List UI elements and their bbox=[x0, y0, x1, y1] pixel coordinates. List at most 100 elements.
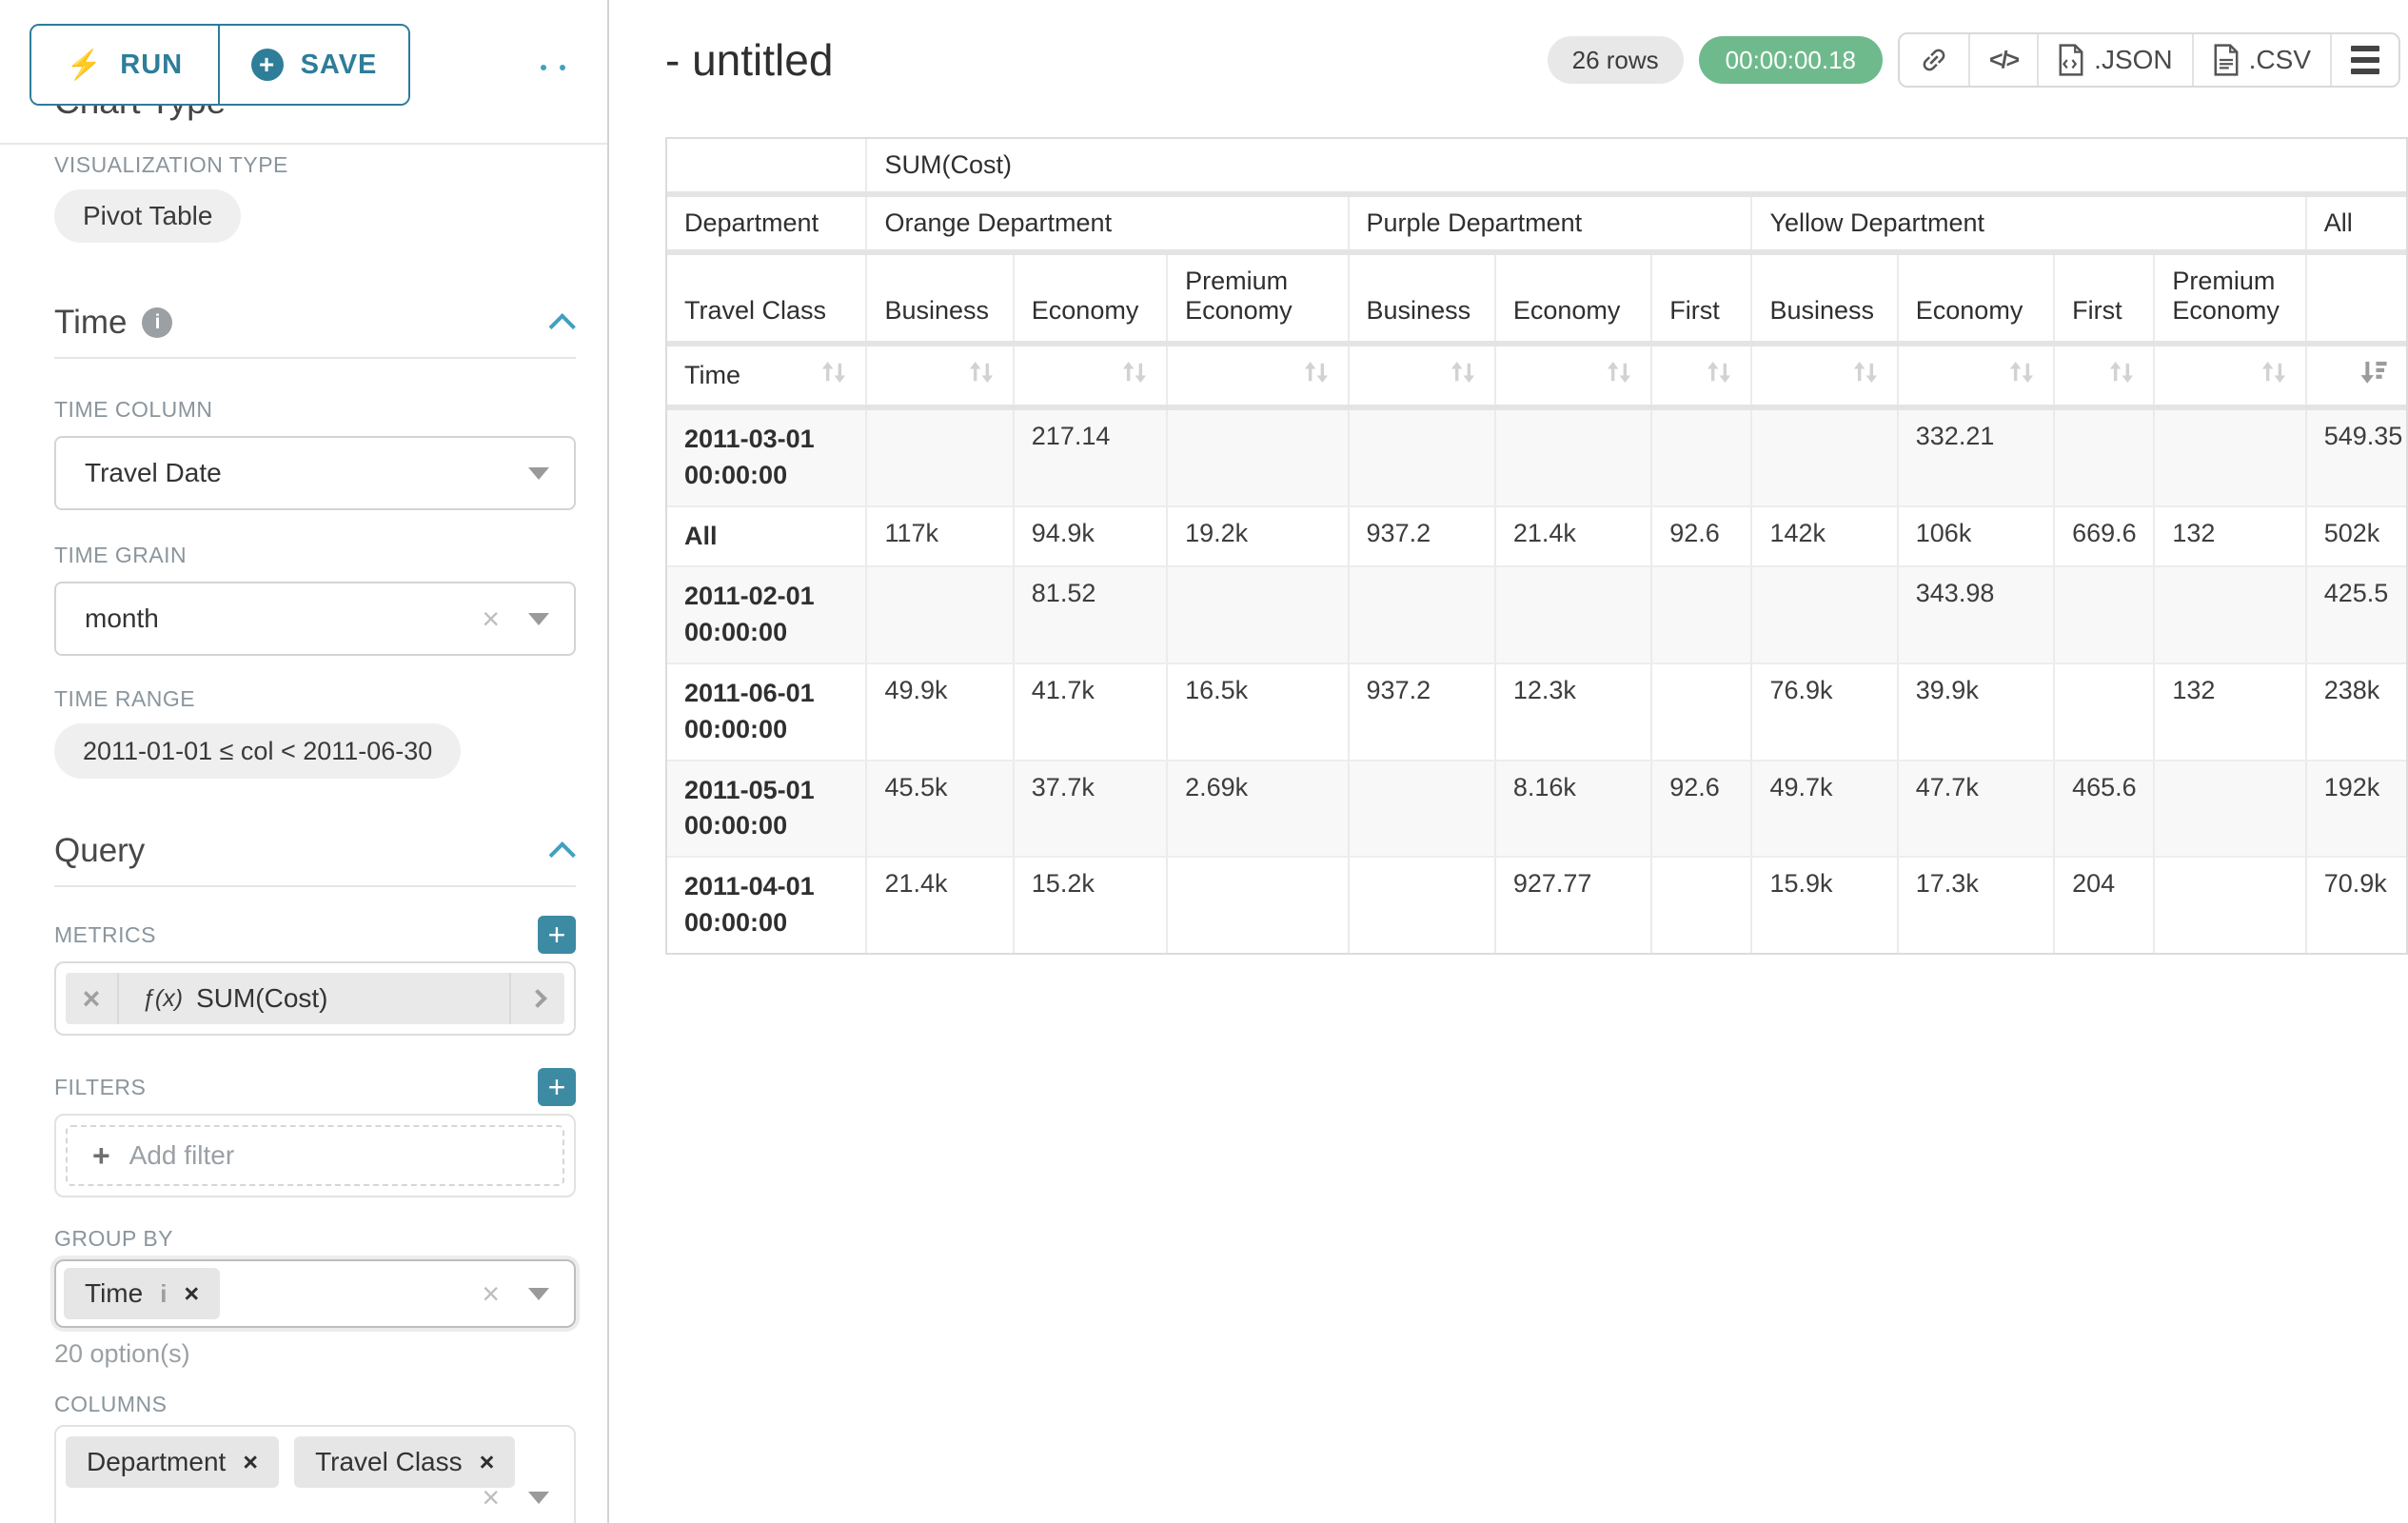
remove-tag-icon[interactable]: × bbox=[184, 1279, 199, 1309]
pivot-value-cell: 47.7k bbox=[1898, 761, 2054, 858]
pivot-value-cell: 39.9k bbox=[1898, 663, 2054, 761]
panel-drag-handle[interactable] bbox=[541, 65, 565, 70]
pivot-value-cell bbox=[1349, 407, 1495, 506]
sort-toggle-icon[interactable] bbox=[1120, 359, 1149, 392]
caret-down-icon[interactable] bbox=[528, 1492, 549, 1504]
remove-tag-icon[interactable]: × bbox=[480, 1448, 495, 1477]
lightning-bolt-icon: ⚡ bbox=[67, 49, 103, 82]
clear-icon[interactable]: × bbox=[482, 603, 500, 634]
time-range-value: 2011-01-01 ≤ col < 2011-06-30 bbox=[83, 737, 432, 766]
query-section-header[interactable]: Query bbox=[54, 832, 576, 870]
row-label: 2011-06-01 00:00:00 bbox=[667, 663, 866, 761]
pivot-value-cell bbox=[1651, 663, 1751, 761]
save-button[interactable]: + SAVE bbox=[220, 26, 408, 104]
add-metric-button[interactable]: + bbox=[538, 916, 576, 954]
sort-toggle-icon[interactable] bbox=[1605, 359, 1633, 392]
sort-toggle-icon[interactable] bbox=[1449, 359, 1477, 392]
metric-item[interactable]: × ƒ(x) SUM(Cost) bbox=[66, 973, 564, 1024]
sort-toggle-icon[interactable] bbox=[2007, 359, 2036, 392]
travel-class-header bbox=[2306, 252, 2406, 344]
column-sort-header[interactable] bbox=[2054, 344, 2154, 407]
time-section-title: Time bbox=[54, 304, 127, 342]
column-sort-header[interactable] bbox=[1167, 344, 1348, 407]
code-icon: </> bbox=[1989, 47, 2018, 74]
pivot-value-cell: 21.4k bbox=[866, 857, 1013, 953]
explore-view: Chart Type ⚡ RUN + SAVE VISUALIZATION TY… bbox=[0, 0, 2408, 1523]
chevron-up-icon[interactable] bbox=[549, 313, 576, 340]
sort-toggle-icon[interactable] bbox=[967, 359, 996, 392]
column-sort-header[interactable] bbox=[1751, 344, 1897, 407]
pivot-value-cell bbox=[2154, 407, 2305, 506]
filters-container: + Add filter bbox=[54, 1114, 576, 1197]
sort-descending-icon[interactable] bbox=[2359, 358, 2389, 393]
clear-icon[interactable]: × bbox=[482, 1278, 500, 1309]
caret-down-icon[interactable] bbox=[528, 1288, 549, 1300]
pivot-value-cell: 502k bbox=[2306, 506, 2406, 567]
export-button-group: </> .JSON bbox=[1898, 32, 2400, 88]
sort-toggle-icon[interactable] bbox=[2260, 359, 2288, 392]
share-link-button[interactable] bbox=[1900, 34, 1970, 86]
column-sort-header[interactable] bbox=[1495, 344, 1651, 407]
visualization-type-pill[interactable]: Pivot Table bbox=[54, 189, 241, 243]
pivot-value-cell: 12.3k bbox=[1495, 663, 1651, 761]
export-json-button[interactable]: .JSON bbox=[2039, 34, 2193, 86]
info-icon: i bbox=[142, 307, 172, 338]
row-count-badge: 26 rows bbox=[1548, 36, 1684, 84]
column-sort-header[interactable] bbox=[1349, 344, 1495, 407]
columns-select[interactable]: Department × Travel Class × × bbox=[54, 1425, 576, 1523]
group-by-select[interactable]: Time i × × bbox=[54, 1259, 576, 1328]
column-sort-header[interactable] bbox=[1014, 344, 1167, 407]
caret-down-icon[interactable] bbox=[528, 613, 549, 625]
run-button[interactable]: ⚡ RUN bbox=[31, 26, 220, 104]
pivot-data-row: 2011-05-01 00:00:0045.5k37.7k2.69k8.16k9… bbox=[667, 761, 2406, 858]
pivot-value-cell: 117k bbox=[866, 506, 1013, 567]
metrics-container: × ƒ(x) SUM(Cost) bbox=[54, 961, 576, 1036]
chart-menu-button[interactable] bbox=[2332, 34, 2398, 86]
column-sort-header[interactable] bbox=[1898, 344, 2054, 407]
time-section-header[interactable]: Time i bbox=[54, 304, 576, 342]
time-grain-select[interactable]: month × bbox=[54, 582, 576, 656]
caret-down-icon[interactable] bbox=[528, 467, 549, 480]
pivot-value-cell: 81.52 bbox=[1014, 566, 1167, 663]
columns-tag[interactable]: Department × bbox=[66, 1436, 279, 1488]
add-filter-button[interactable]: + Add filter bbox=[66, 1125, 564, 1186]
travel-class-header: Business bbox=[1349, 252, 1495, 344]
pivot-value-cell: 132 bbox=[2154, 506, 2305, 567]
row-dim-sort-header[interactable]: Time bbox=[667, 344, 866, 407]
chart-title[interactable]: - untitled bbox=[665, 34, 833, 86]
time-column-select[interactable]: Travel Date bbox=[54, 436, 576, 510]
clear-icon[interactable]: × bbox=[482, 1482, 500, 1513]
pivot-value-cell: 45.5k bbox=[866, 761, 1013, 858]
chart-panel: - untitled 26 rows 00:00:00.18 </> bbox=[630, 0, 2408, 1523]
pivot-value-cell: 669.6 bbox=[2054, 506, 2154, 567]
export-csv-button[interactable]: .CSV bbox=[2194, 34, 2332, 86]
view-query-button[interactable]: </> bbox=[1970, 34, 2039, 86]
pivot-value-cell bbox=[866, 566, 1013, 663]
metric-name: SUM(Cost) bbox=[196, 983, 327, 1014]
sort-toggle-icon[interactable] bbox=[1705, 359, 1733, 392]
chevron-up-icon[interactable] bbox=[549, 841, 576, 868]
export-json-label: .JSON bbox=[2094, 45, 2172, 75]
remove-metric-icon[interactable]: × bbox=[66, 973, 119, 1024]
add-filter-plus-button[interactable]: + bbox=[538, 1068, 576, 1106]
sort-toggle-icon[interactable] bbox=[2107, 359, 2136, 392]
remove-tag-icon[interactable]: × bbox=[243, 1448, 258, 1477]
visualization-type-label: VISUALIZATION TYPE bbox=[54, 152, 576, 178]
section-divider bbox=[54, 885, 576, 887]
pivot-value-cell: 927.77 bbox=[1495, 857, 1651, 953]
pivot-value-cell: 41.7k bbox=[1014, 663, 1167, 761]
column-sort-header[interactable] bbox=[2154, 344, 2305, 407]
sort-toggle-icon[interactable] bbox=[1302, 359, 1331, 392]
sort-toggle-icon[interactable] bbox=[819, 359, 848, 392]
pivot-value-cell bbox=[1651, 407, 1751, 506]
group-by-tag[interactable]: Time i × bbox=[64, 1268, 220, 1319]
sort-toggle-icon[interactable] bbox=[1851, 359, 1880, 392]
column-sort-header[interactable] bbox=[2306, 344, 2406, 407]
column-sort-header[interactable] bbox=[1651, 344, 1751, 407]
pivot-value-cell bbox=[2154, 857, 2305, 953]
expand-metric-button[interactable] bbox=[509, 973, 564, 1024]
pivot-value-cell bbox=[1167, 857, 1348, 953]
corner-cell bbox=[667, 139, 866, 194]
time-range-pill[interactable]: 2011-01-01 ≤ col < 2011-06-30 bbox=[54, 723, 461, 779]
column-sort-header[interactable] bbox=[866, 344, 1013, 407]
